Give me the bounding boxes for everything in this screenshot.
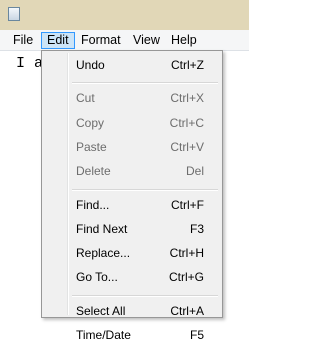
menu-item-shortcut: Ctrl+F bbox=[171, 197, 204, 212]
menu-format[interactable]: Format bbox=[76, 32, 126, 49]
menu-item-cut[interactable]: Cut Ctrl+X bbox=[44, 87, 220, 109]
menu-item-delete[interactable]: Delete Del bbox=[44, 160, 220, 182]
menu-item-select-all[interactable]: Select All Ctrl+A bbox=[44, 300, 220, 322]
menu-item-shortcut: Del bbox=[185, 164, 204, 179]
menu-item-label: Time/Date bbox=[76, 328, 131, 342]
menu-item-label: Find Next bbox=[76, 221, 128, 236]
menu-item-shortcut: Ctrl+X bbox=[170, 91, 204, 106]
notepad-window: File Edit Format View Help I a Undo Ctrl+… bbox=[0, 0, 249, 344]
menu-separator bbox=[72, 188, 218, 191]
menu-view[interactable]: View bbox=[128, 32, 165, 49]
menu-item-shortcut: Ctrl+C bbox=[169, 115, 204, 130]
notepad-icon[interactable] bbox=[8, 7, 20, 21]
menu-edit[interactable]: Edit bbox=[41, 32, 75, 49]
menu-item-undo[interactable]: Undo Ctrl+Z bbox=[44, 54, 220, 76]
menu-item-shortcut: F5 bbox=[189, 328, 204, 342]
menu-item-find[interactable]: Find... Ctrl+F bbox=[44, 194, 220, 216]
menu-item-label: Copy bbox=[76, 115, 105, 130]
menu-item-shortcut: Ctrl+A bbox=[170, 303, 204, 318]
menu-item-time-date[interactable]: Time/Date F5 bbox=[44, 324, 220, 346]
title-bar[interactable] bbox=[0, 0, 249, 30]
menu-item-find-next[interactable]: Find Next F3 bbox=[44, 218, 220, 240]
edit-menu-dropdown: Undo Ctrl+Z Cut Ctrl+X Copy Ctrl+C Paste Ctrl+V… bbox=[41, 50, 223, 342]
menu-item-label: Delete bbox=[76, 164, 111, 179]
menu-bar: File Edit Format View Help bbox=[0, 30, 249, 51]
menu-item-shortcut: Ctrl+Z bbox=[171, 58, 204, 72]
menu-item-shortcut: Ctrl+V bbox=[170, 139, 204, 154]
menu-help[interactable]: Help bbox=[166, 32, 202, 49]
menu-item-shortcut: F3 bbox=[189, 221, 204, 236]
menu-separator bbox=[72, 294, 218, 297]
menu-item-label: Select All bbox=[76, 303, 126, 318]
menu-item-label: Cut bbox=[76, 91, 95, 106]
menu-item-paste[interactable]: Paste Ctrl+V bbox=[44, 136, 220, 158]
menu-item-shortcut: Ctrl+H bbox=[169, 246, 204, 261]
menu-item-label: Go To... bbox=[76, 270, 118, 285]
menu-item-label: Find... bbox=[76, 197, 110, 212]
editor-text: I a bbox=[16, 55, 44, 72]
menu-file[interactable]: File bbox=[8, 32, 38, 49]
menu-item-label: Paste bbox=[76, 139, 107, 154]
menu-item-label: Replace... bbox=[76, 246, 131, 261]
menu-item-copy[interactable]: Copy Ctrl+C bbox=[44, 112, 220, 134]
menu-item-replace[interactable]: Replace... Ctrl+H bbox=[44, 242, 220, 264]
menu-item-shortcut: Ctrl+G bbox=[168, 270, 204, 285]
menu-separator bbox=[72, 82, 218, 85]
menu-item-go-to[interactable]: Go To... Ctrl+G bbox=[44, 266, 220, 288]
menu-item-label: Undo bbox=[76, 58, 105, 72]
